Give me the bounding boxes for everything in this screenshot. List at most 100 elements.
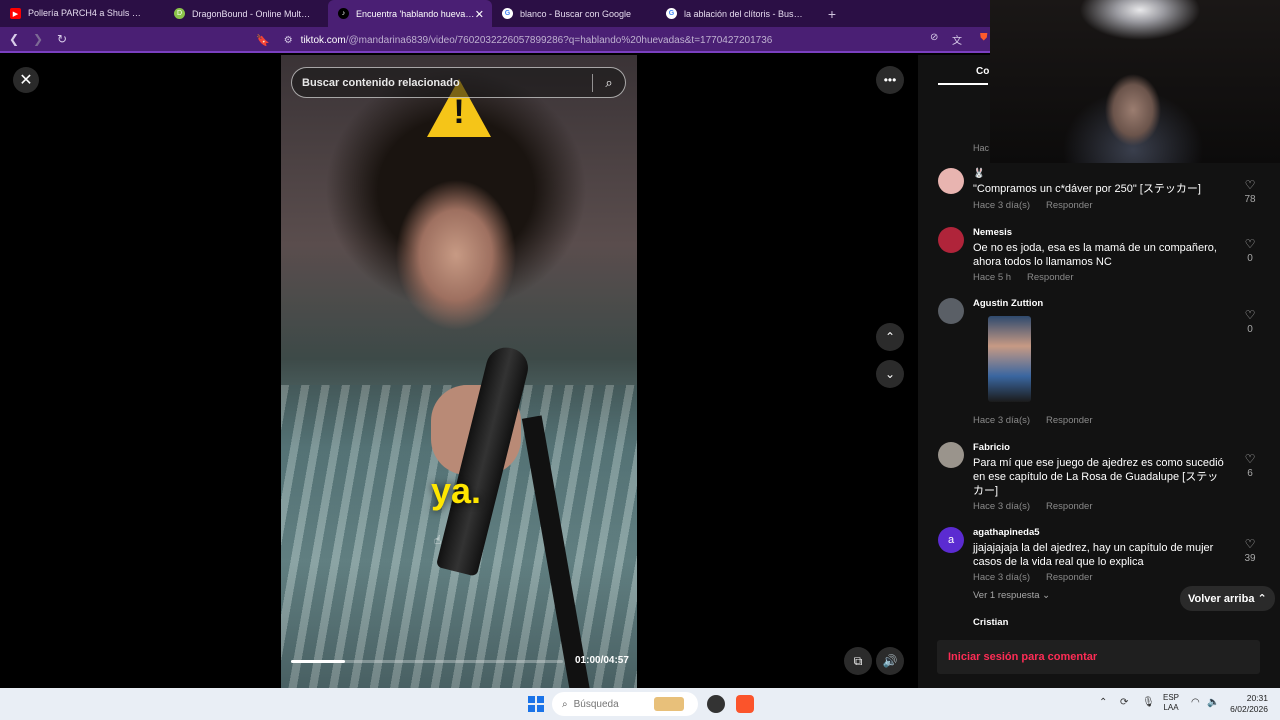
login-to-comment-button[interactable]: Iniciar sesión para comentar xyxy=(937,640,1260,674)
video-player[interactable]: ! ya. xyxy=(281,55,637,688)
close-video-button[interactable]: ✕ xyxy=(13,67,39,93)
tab-dragonbound[interactable]: D DragonBound - Online Multiplayer F xyxy=(164,0,328,27)
reply-link[interactable]: Responder xyxy=(1046,572,1092,583)
active-tab-underline xyxy=(938,83,988,85)
translate-icon[interactable]: 文 xyxy=(952,32,962,47)
comment-username[interactable]: Agustin Zuttion xyxy=(973,298,1043,309)
url-domain: tiktok.com xyxy=(300,34,346,46)
warning-mark: ! xyxy=(453,93,465,131)
back-to-top-button[interactable]: Volver arriba ⌃ xyxy=(1180,586,1275,611)
volume-icon[interactable]: 🔈 xyxy=(1207,697,1219,708)
tab-polleria[interactable]: ▶ Pollería PARCH4 a Shuls 🫀 ¡GAA xyxy=(0,0,164,27)
show-hidden-icons-icon[interactable]: ⌃ xyxy=(1099,697,1107,708)
comment-time: Hace 3 día(s) xyxy=(973,200,1031,211)
tab-tiktok[interactable]: ♪ Encuentra 'hablando huevadas' ✕ xyxy=(328,0,492,27)
comment-text: jjajajajaja la del ajedrez, hay un capít… xyxy=(973,542,1214,568)
comment-item: Nemesis Oe no es joda, esa es la mamá de… xyxy=(938,227,1268,289)
comment-username[interactable]: Cristian xyxy=(973,617,1008,628)
site-info-icon[interactable]: ⚙ xyxy=(284,35,293,46)
lang-top: ESP xyxy=(1163,693,1180,702)
comment-item: a agathapineda5 jjajajajaja la del ajedr… xyxy=(938,527,1268,589)
taskbar-search-input[interactable] xyxy=(573,698,654,710)
comment-time: Hace 3 día(s) xyxy=(973,501,1031,512)
reply-link[interactable]: Responder xyxy=(1046,501,1092,512)
video-progress-fill xyxy=(291,660,346,663)
comment-meta: Hace 5 h Responder xyxy=(973,272,1074,283)
comment-username[interactable]: Fabricio xyxy=(973,442,1010,453)
forward-icon[interactable]: ❯ xyxy=(28,32,48,46)
like-button[interactable]: ♡ 6 xyxy=(1238,450,1262,479)
heart-icon: ♡ xyxy=(1244,537,1256,551)
sync-icon[interactable]: ⟳ xyxy=(1120,697,1128,708)
previous-video-button[interactable]: ⌃ xyxy=(876,323,904,351)
like-button[interactable]: ♡ 78 xyxy=(1238,176,1262,205)
like-count: 0 xyxy=(1247,253,1253,264)
heart-icon: ♡ xyxy=(1244,308,1256,322)
clock-time: 20:31 xyxy=(1246,693,1268,703)
reply-link[interactable]: Responder xyxy=(1046,200,1092,211)
reload-icon[interactable]: ↻ xyxy=(52,32,72,46)
new-tab-button[interactable]: + xyxy=(820,6,844,22)
more-options-button[interactable]: ••• xyxy=(876,66,904,94)
clock[interactable]: 20:31 6/02/2026 xyxy=(1222,693,1268,715)
brave-shield-icon[interactable]: ⛊ xyxy=(980,32,988,43)
comment-username[interactable]: Nemesis xyxy=(973,227,1012,238)
avatar[interactable] xyxy=(938,227,964,253)
close-tab-icon[interactable]: ✕ xyxy=(475,8,484,21)
next-video-button[interactable]: ⌄ xyxy=(876,360,904,388)
reply-link[interactable]: Responder xyxy=(1046,415,1092,426)
obs-icon[interactable] xyxy=(707,695,725,713)
more-icon: ••• xyxy=(883,73,897,87)
pip-button[interactable]: ⧉ xyxy=(844,647,872,675)
taskbar: ⌕ ⌃ ⟳ 🎙 ESP LAA ◠ 🔈 20:31 6/02/2026 xyxy=(0,688,1280,720)
back-icon[interactable]: ❮ xyxy=(4,32,24,46)
youtube-icon: ▶ xyxy=(10,8,21,19)
heart-icon: ♡ xyxy=(1244,237,1256,251)
comment-text: Para mí que ese juego de ajedrez es como… xyxy=(973,457,1224,497)
dragonbound-icon: D xyxy=(174,8,185,19)
reader-off-icon[interactable]: ⊘ xyxy=(930,32,938,43)
like-count: 0 xyxy=(1247,324,1253,335)
tab-title: Pollería PARCH4 a Shuls 🫀 ¡GAA xyxy=(28,8,148,18)
comment-text: Oe no es joda, esa es la mamá de un comp… xyxy=(973,242,1217,268)
reply-link[interactable]: Responder xyxy=(1027,272,1073,283)
like-button[interactable]: ♡ 39 xyxy=(1238,535,1262,564)
video-caption: ya. xyxy=(431,470,482,511)
bookmark-icon[interactable]: 🔖 xyxy=(256,34,270,47)
sticker-image[interactable] xyxy=(988,316,1031,402)
windows-start-icon[interactable] xyxy=(528,696,544,712)
tab-title: blanco - Buscar con Google xyxy=(520,8,632,19)
comments-tab[interactable]: Co xyxy=(976,66,989,77)
brave-browser-icon[interactable] xyxy=(736,695,754,713)
tab-google-blanco[interactable]: G blanco - Buscar con Google xyxy=(492,0,656,27)
like-button[interactable]: ♡ 0 xyxy=(1238,306,1262,335)
comment-username[interactable]: agathapineda5 xyxy=(973,527,1040,538)
google-icon: G xyxy=(502,8,513,19)
url-path: /@mandarina6839/video/760203222605789928… xyxy=(345,34,773,46)
url-field[interactable]: 🔖 ⚙ tiktok.com/@mandarina6839/video/7602… xyxy=(256,31,772,49)
avatar[interactable] xyxy=(938,442,964,468)
avatar[interactable] xyxy=(938,298,964,324)
like-count: 6 xyxy=(1247,468,1253,479)
heart-icon: ♡ xyxy=(1244,178,1256,192)
language-indicator[interactable]: ESP LAA xyxy=(1163,693,1179,713)
view-replies-link[interactable]: Ver 1 respuesta ⌄ xyxy=(973,590,1050,601)
related-search-box[interactable]: ⌕ xyxy=(291,67,626,98)
tab-title: la ablación del clítoris - Buscar con G xyxy=(684,8,804,19)
search-icon[interactable]: ⌕ xyxy=(593,75,625,91)
like-button[interactable]: ♡ 0 xyxy=(1238,235,1262,264)
tab-google-ablacion[interactable]: G la ablación del clítoris - Buscar con … xyxy=(656,0,820,27)
like-count: 39 xyxy=(1244,553,1256,564)
comment-item: Agustin Zuttion Hace 3 día(s) Responder ♡… xyxy=(938,298,1268,433)
microphone-icon[interactable]: 🎙 xyxy=(1142,697,1155,708)
avatar[interactable]: a xyxy=(938,527,964,553)
comment-username[interactable]: 🐰 xyxy=(973,168,985,179)
taskbar-search[interactable]: ⌕ xyxy=(552,692,698,716)
volume-button[interactable]: 🔊 xyxy=(876,647,904,675)
video-progress-bar[interactable] xyxy=(291,660,563,663)
comment-time: Hace 3 día(s) xyxy=(973,415,1031,426)
comment-text: "Compramos un c*dáver por 250" [ステッカー] xyxy=(973,183,1201,195)
avatar[interactable] xyxy=(938,168,964,194)
wifi-icon[interactable]: ◠ xyxy=(1191,697,1200,708)
related-search-input[interactable] xyxy=(292,76,592,89)
